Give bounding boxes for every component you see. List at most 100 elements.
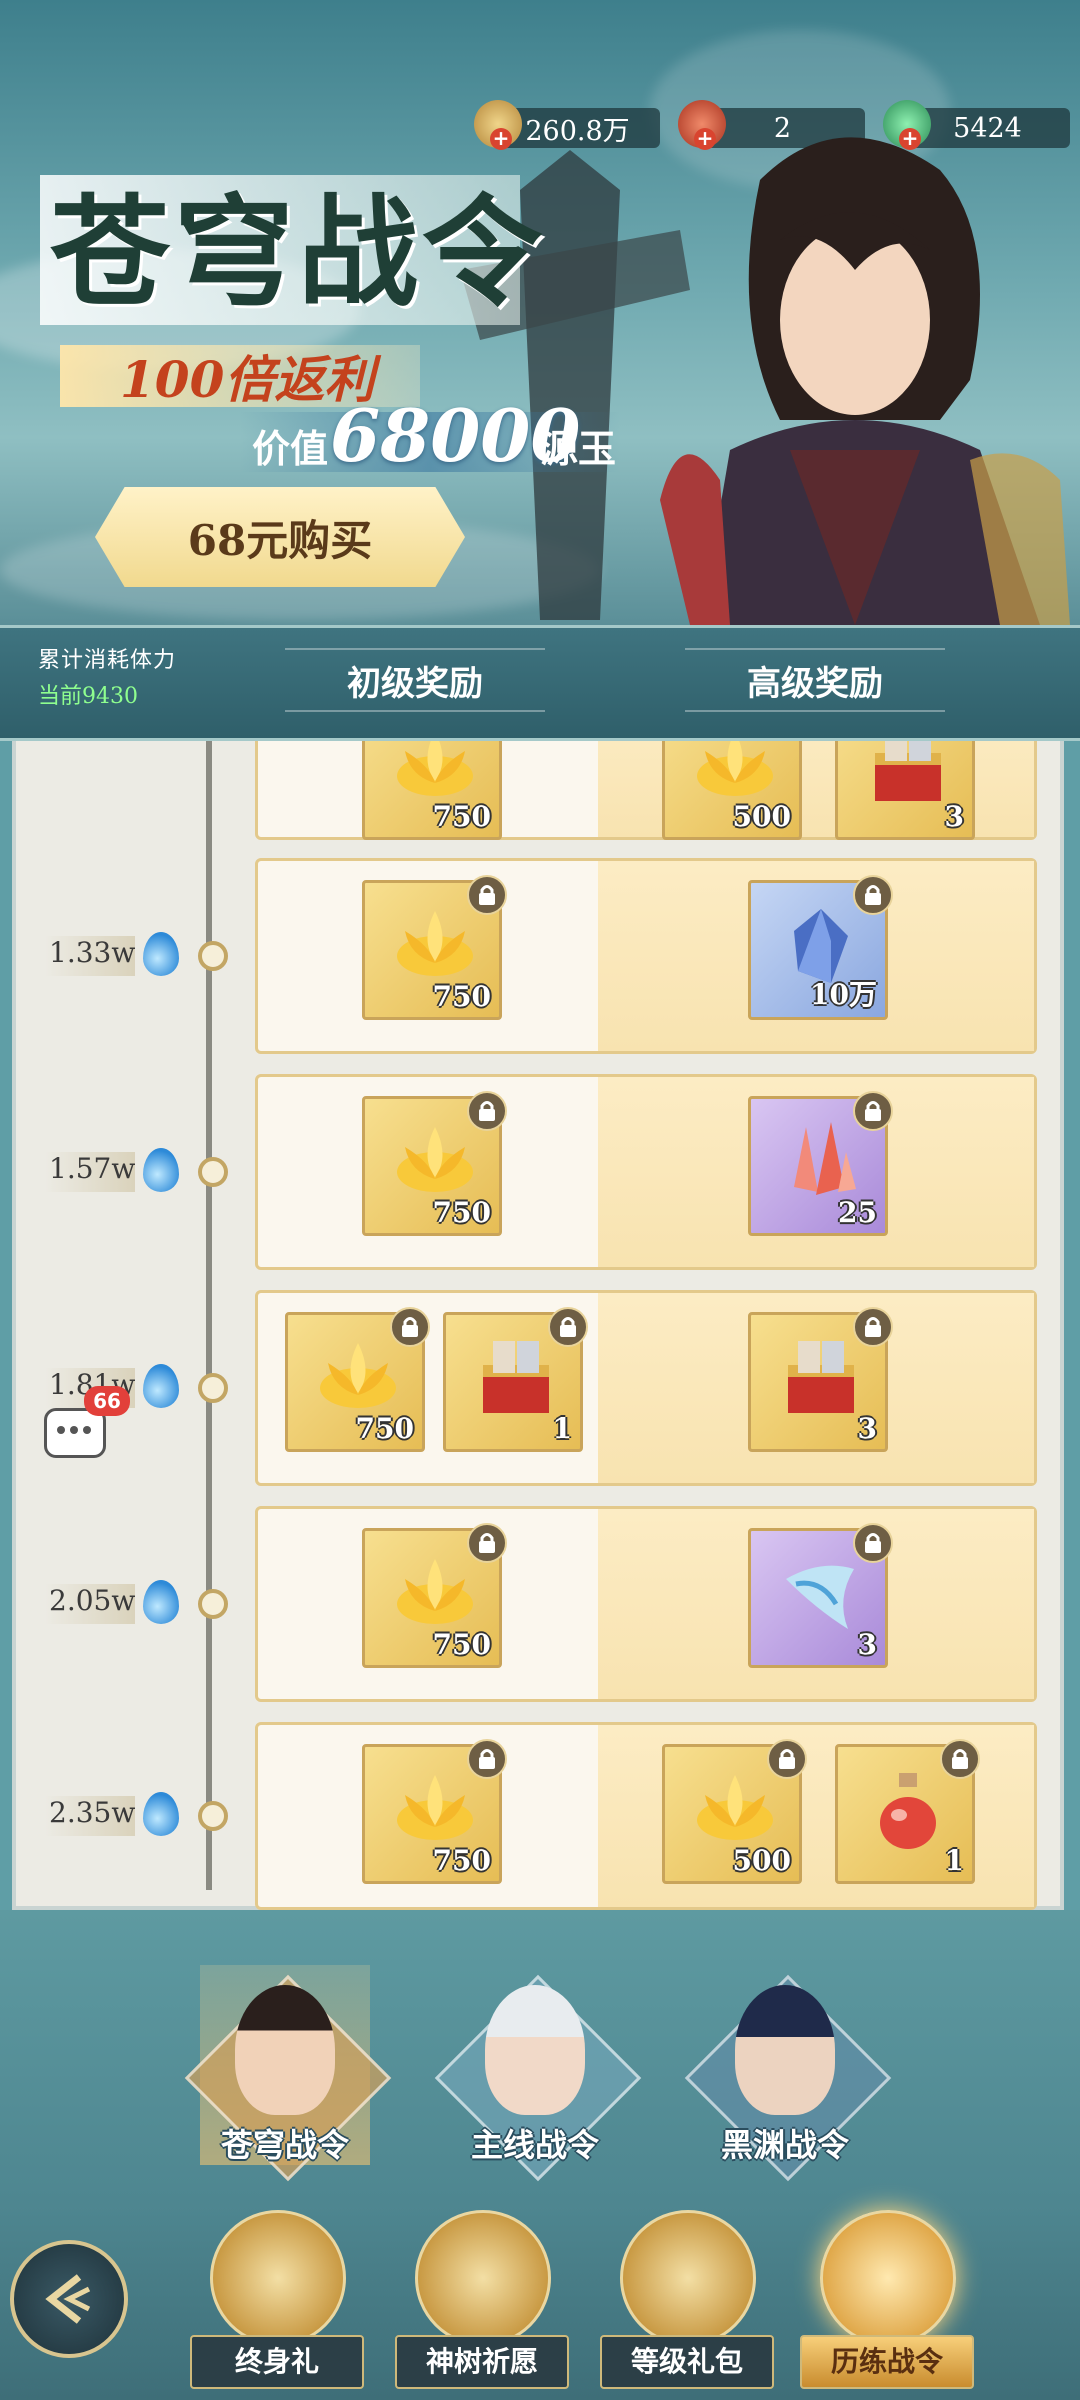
- shard-icon: [776, 1117, 866, 1207]
- reward-qty: 500: [732, 1844, 791, 1877]
- chat-unread-badge: 66: [84, 1386, 130, 1416]
- reward-item[interactable]: 1: [443, 1307, 588, 1452]
- nav-lifetime-gift[interactable]: 终身礼: [190, 2210, 364, 2400]
- reward-item[interactable]: 3: [748, 1307, 893, 1452]
- milestone-node: [198, 1589, 228, 1619]
- nav-label: 等级礼包: [600, 2335, 774, 2389]
- value-prefix: 价值: [252, 426, 329, 471]
- lock-icon: [467, 1523, 507, 1563]
- nav-training-pass[interactable]: 历练战令: [800, 2210, 974, 2400]
- nav-label: 神树祈愿: [395, 2335, 569, 2389]
- scroll-gift-icon: [210, 2210, 346, 2346]
- reward-item[interactable]: 750: [362, 1739, 507, 1884]
- reward-item[interactable]: 750: [362, 875, 507, 1020]
- lock-icon: [467, 875, 507, 915]
- milestone-label: 2.05w: [45, 1584, 136, 1624]
- lock-icon: [940, 1739, 980, 1779]
- heroine-avatar: [485, 1985, 585, 2115]
- lock-icon: [467, 1091, 507, 1131]
- lotus-icon: [313, 1333, 403, 1423]
- lotus-icon: [390, 1549, 480, 1639]
- milestone-node: [198, 1801, 228, 1831]
- reward-item[interactable]: 10万: [748, 875, 893, 1020]
- back-button[interactable]: [10, 2240, 128, 2358]
- reward-qty: 3: [857, 1628, 877, 1661]
- milestone-label: 1.57w: [45, 1152, 136, 1192]
- tab-advanced-rewards[interactable]: 高级奖励: [685, 648, 945, 712]
- nav-level-pack[interactable]: 等级礼包: [600, 2210, 774, 2400]
- lotus-icon: [390, 901, 480, 991]
- reward-item[interactable]: 750: [362, 1091, 507, 1236]
- reward-qty: 750: [432, 800, 491, 833]
- nav-label: 终身礼: [190, 2335, 364, 2389]
- lock-icon: [853, 1307, 893, 1347]
- reward-item[interactable]: 500: [662, 1739, 807, 1884]
- reward-qty: 750: [432, 1628, 491, 1661]
- lotus-icon: [390, 1117, 480, 1207]
- nav-label: 历练战令: [800, 2335, 974, 2389]
- buy-button-label: 68元购买: [187, 515, 373, 565]
- reward-item[interactable]: 25: [748, 1091, 893, 1236]
- stamina-drop-icon: [143, 1148, 179, 1192]
- potion-icon: [863, 1765, 953, 1855]
- lotus-icon: [390, 1765, 480, 1855]
- cloth-icon: [776, 1549, 866, 1639]
- reward-item[interactable]: 750: [362, 1523, 507, 1668]
- tab-basic-label: 初级奖励: [347, 663, 483, 704]
- reward-qty: 3: [944, 800, 964, 833]
- stamina-current: 当前9430: [38, 684, 138, 709]
- stamina-summary: 累计消耗体力 当前9430: [38, 642, 233, 714]
- pass-tab-heiyuan[interactable]: 黑渊战令: [680, 1965, 892, 2185]
- reward-qty: 500: [732, 800, 791, 833]
- lock-icon: [853, 1523, 893, 1563]
- milestone-label: 1.33w: [45, 936, 136, 976]
- tab-basic-rewards[interactable]: 初级奖励: [285, 648, 545, 712]
- resource-coin-value: 260.8万: [525, 115, 630, 147]
- chest-icon: [776, 1333, 866, 1423]
- golden-tree-icon: [415, 2210, 551, 2346]
- reward-qty: 750: [355, 1412, 414, 1445]
- lock-icon: [467, 1739, 507, 1779]
- reward-qty: 750: [432, 1196, 491, 1229]
- dark-hero-avatar: [735, 1985, 835, 2115]
- reward-qty: 750: [432, 1844, 491, 1877]
- gift-bag-icon: [620, 2210, 756, 2346]
- milestone-node: [198, 941, 228, 971]
- lock-icon: [548, 1307, 588, 1347]
- command-token-icon: [820, 2210, 956, 2346]
- lock-icon: [390, 1307, 430, 1347]
- add-coin-button[interactable]: +: [490, 128, 512, 150]
- back-arrow-icon: [45, 2274, 91, 2324]
- stamina-drop-icon: [143, 1580, 179, 1624]
- pass-title: 苍穹战令: [50, 182, 546, 323]
- lock-icon: [853, 1091, 893, 1131]
- stamina-drop-icon: [143, 1364, 179, 1408]
- stamina-drop-icon: [143, 1792, 179, 1836]
- reward-qty: 750: [432, 980, 491, 1013]
- hero-character-portrait: [660, 137, 1070, 625]
- pass-tab-label: 主线战令: [470, 2126, 599, 2164]
- lotus-icon: [690, 1765, 780, 1855]
- milestone-label: 2.35w: [45, 1796, 136, 1836]
- pass-tab-label: 苍穹战令: [220, 2126, 349, 2164]
- lock-icon: [853, 875, 893, 915]
- milestone-node: [198, 1373, 228, 1403]
- reward-qty: 10万: [810, 978, 877, 1011]
- nav-sacred-tree-wish[interactable]: 神树祈愿: [395, 2210, 569, 2400]
- reward-qty: 25: [838, 1196, 877, 1229]
- buy-button[interactable]: 68元购买: [95, 487, 465, 587]
- reward-item[interactable]: 1: [835, 1739, 980, 1884]
- chest-icon: [471, 1333, 561, 1423]
- lock-icon: [767, 1739, 807, 1779]
- reward-item[interactable]: 750: [285, 1307, 430, 1452]
- reward-item[interactable]: 3: [748, 1523, 893, 1668]
- pass-tab-mainline[interactable]: 主线战令: [430, 1965, 642, 2185]
- tab-advanced-label: 高级奖励: [747, 663, 883, 704]
- reward-qty: 1: [944, 1844, 964, 1877]
- pass-tab-cangqiong[interactable]: 苍穹战令: [180, 1965, 392, 2185]
- reward-qty: 3: [857, 1412, 877, 1445]
- reward-qty: 1: [552, 1412, 572, 1445]
- value-suffix: 源玉: [540, 426, 617, 471]
- milestone-node: [198, 1157, 228, 1187]
- stamina-label: 累计消耗体力: [38, 648, 177, 673]
